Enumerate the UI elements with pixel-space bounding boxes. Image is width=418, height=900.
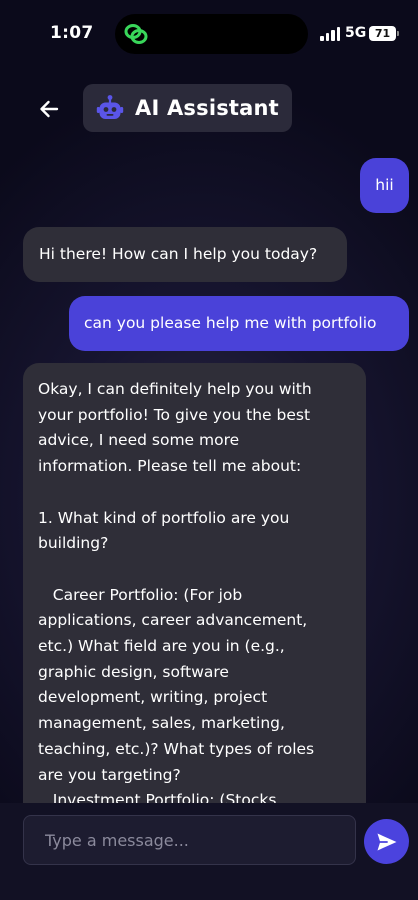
back-button[interactable] (34, 94, 64, 124)
arrow-left-icon (40, 100, 59, 118)
robot-icon (96, 95, 124, 119)
header-title-pill: AI Assistant (83, 84, 292, 132)
status-bar: 1:07 5G 71 (0, 0, 418, 64)
message-input[interactable] (23, 815, 356, 865)
user-message: can you please help me with portfolio (69, 296, 409, 351)
message-list[interactable]: hii Hi there! How can I help you today? … (0, 150, 418, 803)
status-time: 1:07 (50, 23, 94, 43)
send-icon (377, 833, 396, 850)
page-title: AI Assistant (135, 96, 279, 120)
link-rings-icon (124, 24, 148, 44)
battery-level: 71 (374, 27, 391, 40)
dynamic-island (115, 14, 308, 54)
assistant-message: Okay, I can definitely help you with you… (23, 363, 366, 803)
network-type: 5G (345, 25, 367, 41)
composer-bar (0, 803, 418, 900)
cellular-signal-icon (320, 27, 342, 41)
battery-icon: 71 (369, 26, 399, 41)
send-button[interactable] (364, 819, 409, 864)
assistant-message: Hi there! How can I help you today? (23, 227, 347, 282)
user-message: hii (360, 158, 409, 213)
